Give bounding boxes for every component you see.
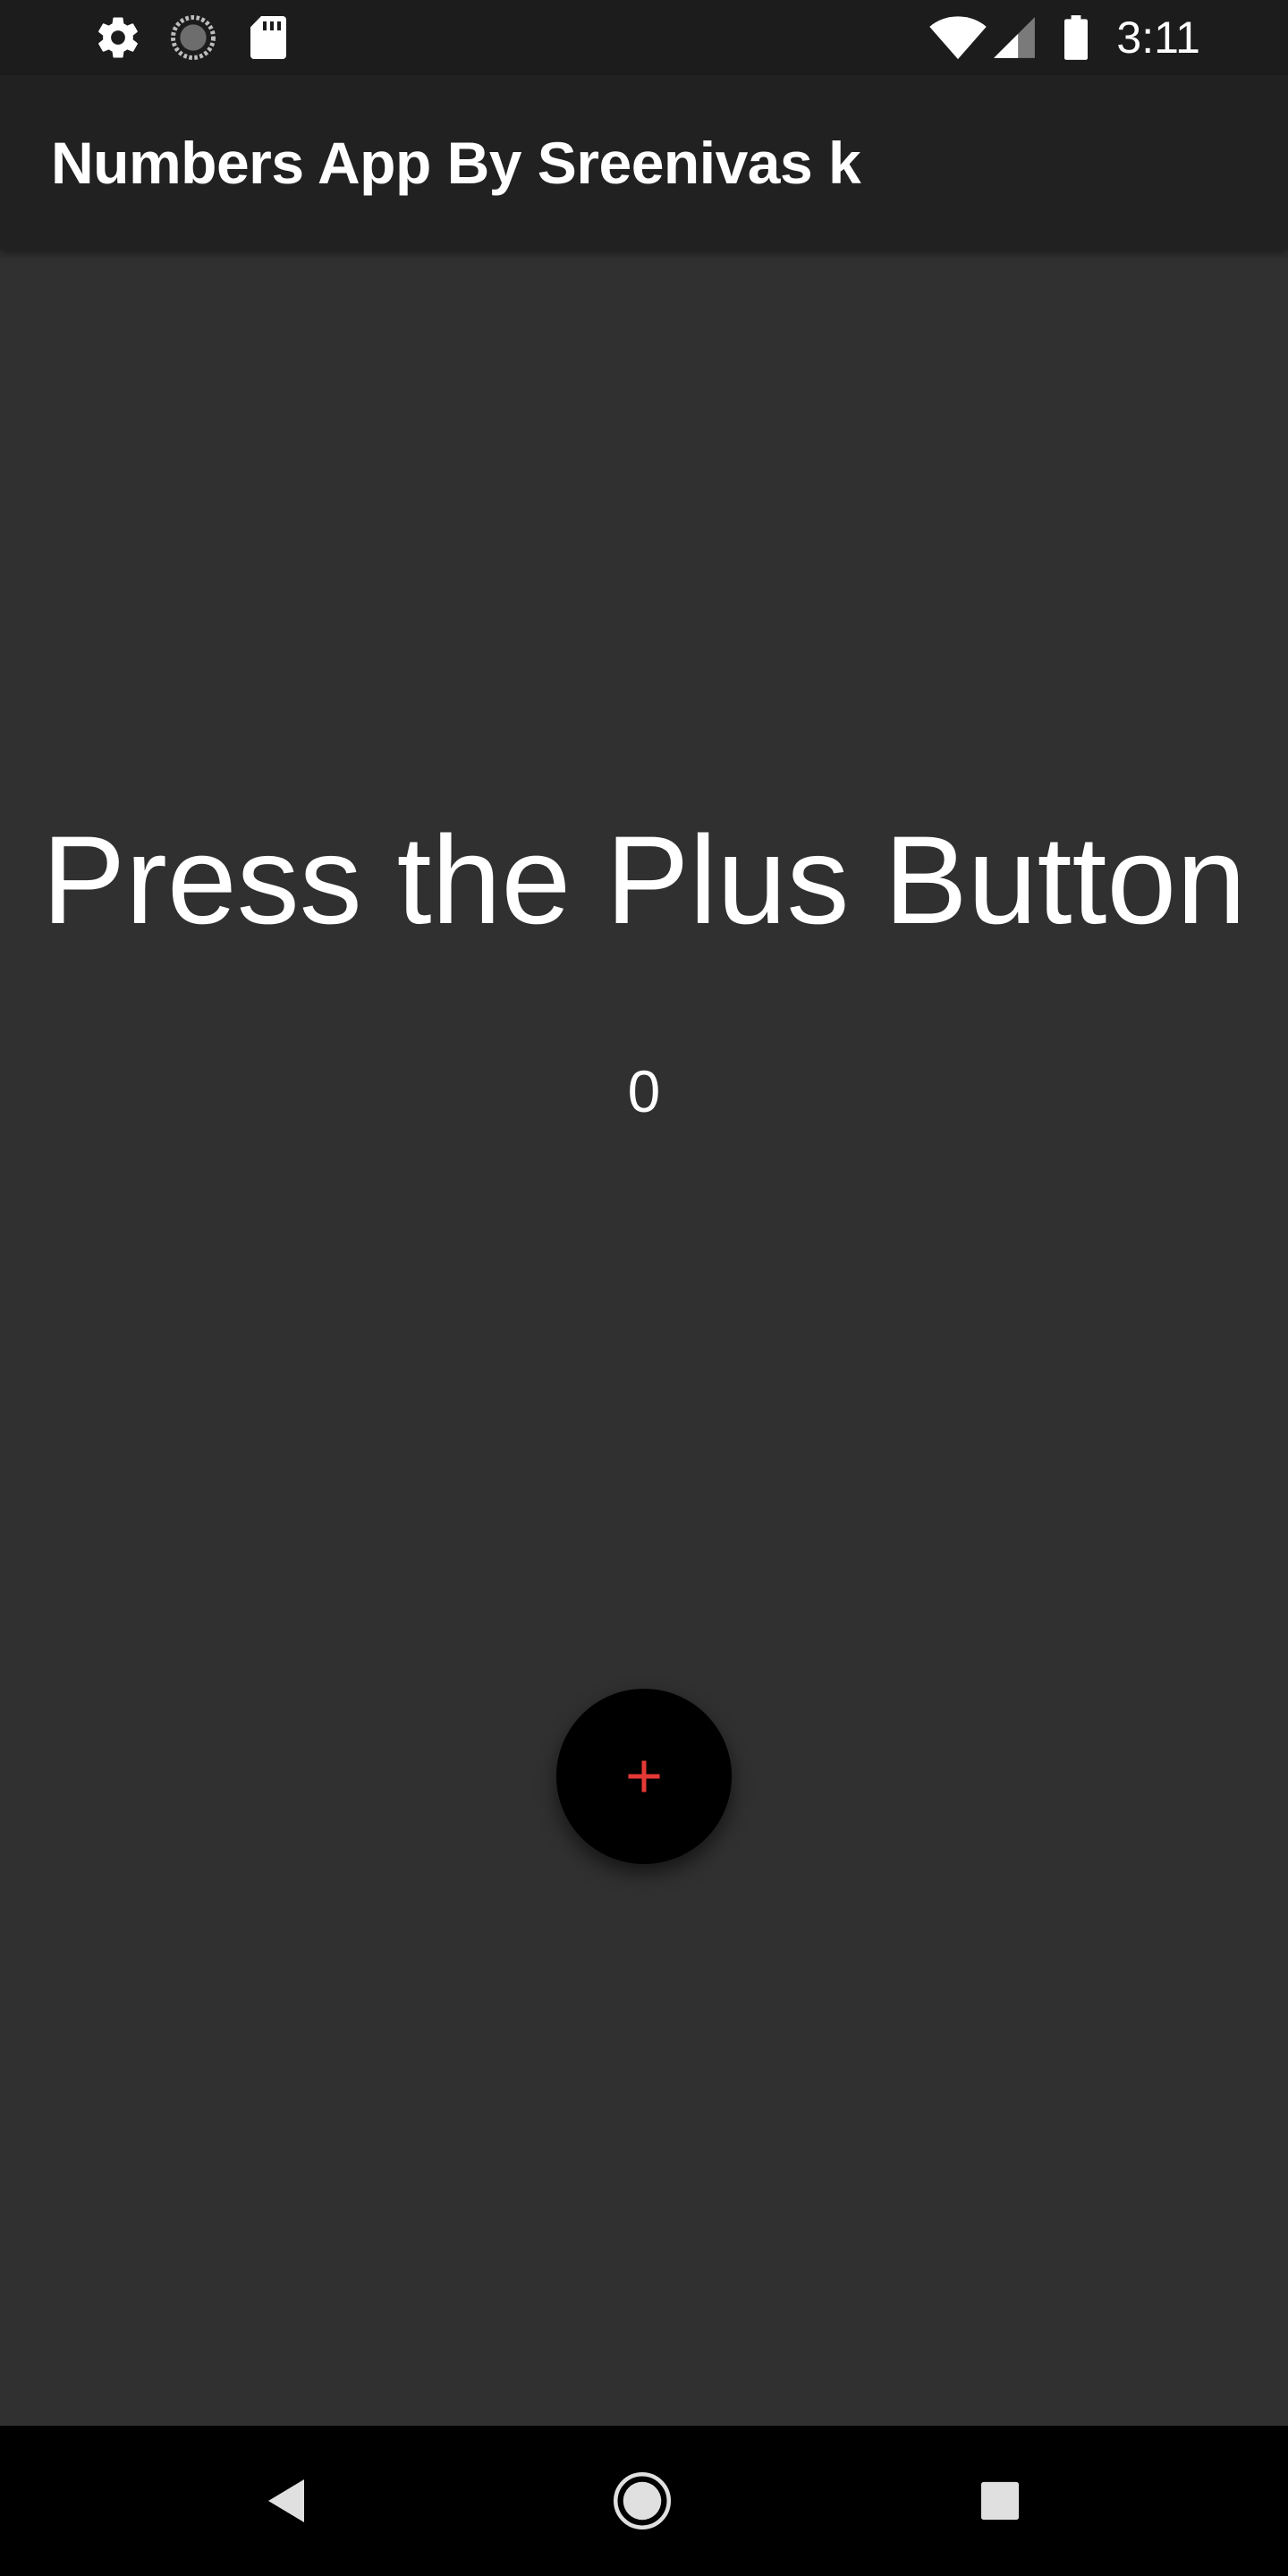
wifi-icon [927,13,989,63]
headline-text: Press the Plus Button [41,809,1247,950]
recents-icon[interactable] [955,2456,1045,2546]
home-icon[interactable] [597,2456,687,2546]
navigation-bar [0,2426,1288,2576]
cell-signal-icon [989,13,1039,63]
app-bar: Numbers App By Sreenivas k [0,75,1288,250]
app-title: Numbers App By Sreenivas k [51,130,861,196]
back-icon[interactable] [242,2456,331,2546]
counter-value: 0 [627,1058,661,1124]
sd-card-icon [243,13,293,63]
gear-icon [93,13,143,63]
status-bar: 3:11 [0,0,1288,75]
plus-icon [617,1750,671,1803]
battery-icon [1055,13,1097,63]
status-time: 3:11 [1116,13,1200,63]
main-content: Press the Plus Button 0 [0,250,1288,2426]
sync-icon [168,13,218,63]
app-screen: 3:11 Numbers App By Sreenivas k Press th… [0,0,1288,2576]
add-button[interactable] [556,1689,732,1864]
